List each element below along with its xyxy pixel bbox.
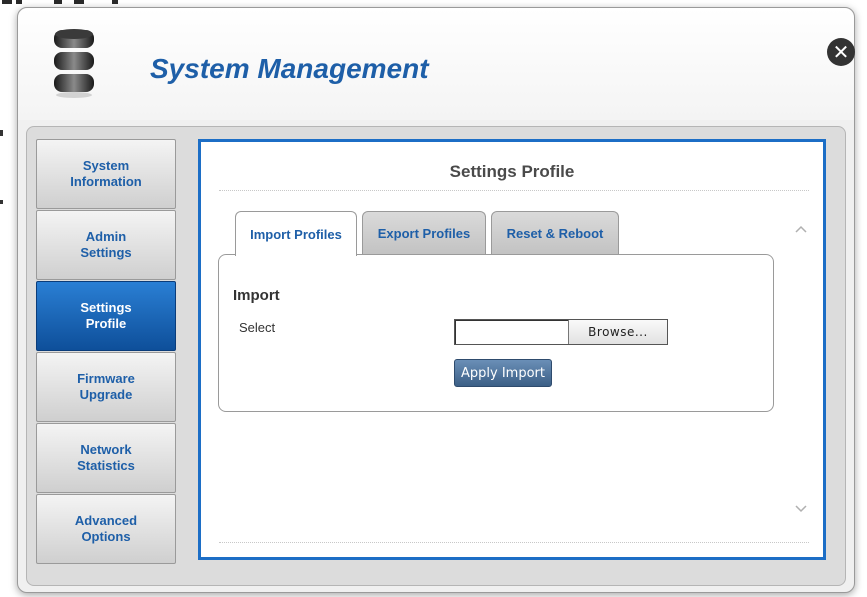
select-label: Select [239, 320, 276, 335]
sidebar-item-label: System [82, 158, 130, 173]
sidebar-item-advanced-options[interactable]: Advanced Options [36, 494, 176, 564]
close-icon[interactable]: ✕ [827, 38, 855, 66]
divider [219, 542, 809, 543]
section-title: Import [233, 287, 280, 304]
settings-profile-panel: Settings Profile Import Profiles Export … [198, 139, 826, 560]
dialog-title: System Management [150, 53, 429, 84]
file-picker: Browse... [454, 319, 668, 345]
tab-reset-reboot[interactable]: Reset & Reboot [491, 211, 619, 255]
tab-export-profiles[interactable]: Export Profiles [362, 211, 486, 255]
tab-import-profiles[interactable]: Import Profiles [235, 211, 357, 256]
import-panel: Import Select Browse... Apply Import [218, 254, 774, 412]
database-icon [54, 29, 94, 98]
sidebar-item-label: Profile [85, 316, 127, 331]
sidebar-item-label: Firmware [77, 371, 135, 386]
sidebar-item-settings-profile[interactable]: Settings Profile [36, 281, 176, 351]
sidebar-item-label: Admin [85, 229, 127, 244]
sidebar-item-network-statistics[interactable]: Network Statistics [36, 423, 176, 493]
sidebar-item-firmware-upgrade[interactable]: Firmware Upgrade [36, 352, 176, 422]
scroll-down-icon[interactable] [793, 502, 809, 516]
sidebar-item-admin-settings[interactable]: Admin Settings [36, 210, 176, 280]
background-fragment [0, 130, 3, 136]
divider [219, 190, 809, 191]
sidebar-item-label: Settings [80, 245, 132, 260]
sidebar-item-label: Statistics [77, 458, 135, 473]
sidebar-nav: System Information Admin Settings Settings… [36, 139, 192, 565]
sidebar-item-label: Network [80, 442, 132, 457]
sidebar-item-system-information[interactable]: System Information [36, 139, 176, 209]
file-path-input[interactable] [455, 320, 569, 344]
page-title: Settings Profile [449, 162, 575, 181]
browse-button[interactable]: Browse... [569, 320, 667, 344]
background-fragment [0, 200, 3, 204]
sidebar-item-label: Advanced [74, 513, 138, 528]
sidebar-item-label: Options [81, 529, 131, 544]
dialog-header: System Management [18, 8, 854, 120]
apply-import-button[interactable]: Apply Import [454, 359, 552, 387]
scroll-up-icon[interactable] [793, 222, 809, 236]
sidebar-item-label: Settings [80, 300, 132, 315]
sidebar-item-label: Information [70, 174, 142, 189]
sidebar-item-label: Upgrade [79, 387, 133, 402]
